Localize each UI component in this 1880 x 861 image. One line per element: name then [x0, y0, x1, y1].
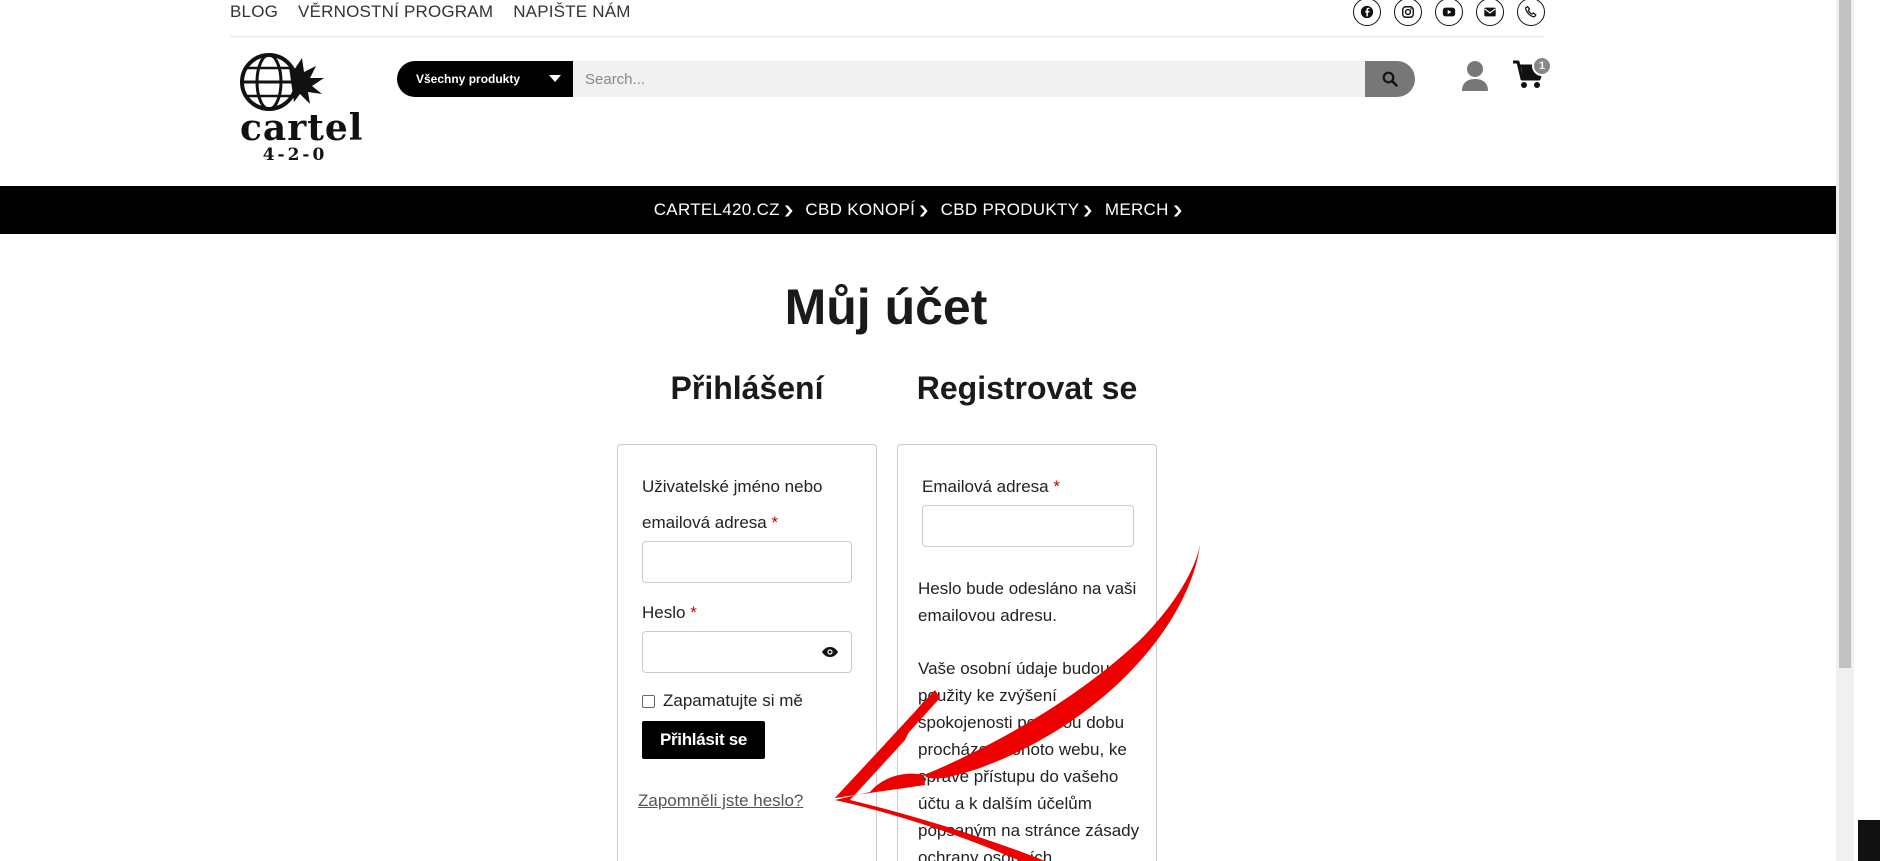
email-icon[interactable] [1476, 0, 1504, 26]
password-label-text: Heslo [642, 603, 686, 622]
main-navigation: CARTEL420.CZ ❯ CBD KONOPÍ ❯ CBD PRODUKTY ❯ … [0, 186, 1836, 234]
nav-item-merch[interactable]: MERCH ❯ [1104, 200, 1184, 220]
register-heading: Registrovat se [916, 370, 1138, 406]
top-links: BLOG VĚRNOSTNÍ PROGRAM NAPIŠTE NÁM [230, 2, 631, 22]
page-title: Můj účet [784, 279, 988, 335]
category-select-label: Všechny produkty [416, 72, 521, 86]
top-link-blog[interactable]: BLOG [230, 2, 278, 22]
search-icon [1382, 71, 1398, 87]
login-button[interactable]: Přihlásit se [642, 721, 765, 759]
top-link-contact[interactable]: NAPIŠTE NÁM [513, 2, 630, 22]
username-label-line-1: Uživatelské jméno nebo [642, 477, 823, 496]
nav-item-label: CBD PRODUKTY [940, 200, 1080, 219]
remember-me[interactable]: Zapamatujte si mě [642, 691, 803, 711]
username-label-line-2: emailová adresa * [642, 505, 778, 541]
email-field[interactable] [922, 505, 1134, 547]
cart-count-badge: 1 [1532, 56, 1552, 76]
chevron-down-icon: ❯ [917, 205, 931, 217]
category-select[interactable]: Všechny produkty [397, 61, 573, 97]
phone-icon[interactable] [1517, 0, 1545, 26]
username-label-text: emailová adresa [642, 513, 767, 532]
password-info-text: Heslo bude odesláno na vaši emailovou ad… [918, 579, 1137, 625]
search-button[interactable] [1365, 61, 1415, 97]
search-input[interactable] [573, 61, 1365, 97]
email-label-text: Emailová adresa [922, 477, 1049, 496]
required-mark: * [1053, 477, 1060, 496]
chevron-down-icon: ❯ [782, 205, 795, 217]
scrollbar-thumb[interactable] [1839, 0, 1851, 668]
remember-me-label: Zapamatujte si mě [663, 691, 803, 710]
user-account-icon[interactable] [1461, 60, 1489, 92]
facebook-icon[interactable] [1353, 0, 1381, 26]
required-mark: * [690, 603, 697, 622]
chevron-down-icon: ❯ [1171, 205, 1184, 217]
instagram-icon[interactable] [1394, 0, 1422, 26]
nav-item-cbd-konopi[interactable]: CBD KONOPÍ ❯ [805, 200, 931, 220]
email-label: Emailová adresa * [922, 469, 1060, 505]
youtube-icon[interactable] [1435, 0, 1463, 26]
nav-item-cbd-produkty[interactable]: CBD PRODUKTY ❯ [940, 200, 1095, 220]
remember-me-checkbox[interactable] [642, 694, 655, 708]
search-bar: Všechny produkty [397, 61, 1415, 97]
nav-item-label: CBD KONOPÍ [805, 200, 916, 219]
nav-item-label: MERCH [1104, 200, 1169, 219]
login-form: Uživatelské jméno nebo emailová adresa *… [617, 444, 877, 861]
login-heading: Přihlášení [670, 370, 824, 406]
forgot-password-link[interactable]: Zapomněli jste heslo? [638, 791, 803, 811]
nav-item-label: CARTEL420.CZ [653, 200, 780, 219]
logo-text: cartel [240, 107, 364, 149]
register-form: Emailová adresa * Heslo bude odesláno na… [897, 444, 1157, 861]
show-password-eye-icon[interactable] [821, 645, 839, 659]
top-utility-bar: BLOG VĚRNOSTNÍ PROGRAM NAPIŠTE NÁM [230, 0, 1545, 37]
social-links [1353, 0, 1545, 26]
chevron-down-icon: ❯ [1081, 205, 1095, 217]
password-label: Heslo * [642, 595, 697, 631]
privacy-text: Vaše osobní údaje budou použity ke zvýše… [918, 659, 1140, 861]
password-field[interactable] [642, 631, 852, 673]
username-field[interactable] [642, 541, 852, 583]
nav-item-cartel420[interactable]: CARTEL420.CZ ❯ [653, 200, 795, 220]
top-link-loyalty-program[interactable]: VĚRNOSTNÍ PROGRAM [298, 2, 493, 22]
required-mark: * [771, 513, 779, 532]
scroll-to-top-button[interactable] [1858, 820, 1880, 861]
caret-down-icon [549, 75, 561, 82]
logo-number: 4-2-0 [262, 145, 328, 165]
